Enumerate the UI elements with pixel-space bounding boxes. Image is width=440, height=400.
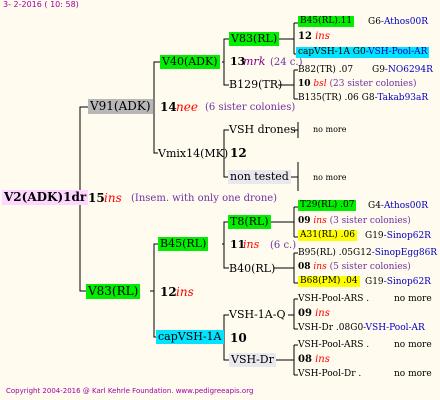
root-note: (Insem. with only one drone): [131, 193, 278, 204]
node-t29[interactable]: T29(RL) .07: [298, 200, 357, 212]
b45-top-num: .11: [337, 16, 353, 26]
node-vsh-dr[interactable]: VSH-Dr: [229, 353, 276, 367]
vmix-number: 12: [230, 146, 247, 160]
a31-dest-line: G19-Sinop62R: [365, 231, 431, 241]
node-a31[interactable]: A31(RL) .06: [298, 230, 357, 242]
node-v83[interactable]: V83(RL): [86, 284, 141, 299]
node-non-tested[interactable]: non tested: [228, 170, 291, 184]
pool-ars-1-more: no more: [394, 294, 432, 304]
node-b68[interactable]: B68(PM) .04: [298, 276, 360, 288]
pool-ars-2-more: no more: [394, 340, 432, 350]
node-b40[interactable]: B40(RL): [229, 262, 275, 275]
v91-ins: nee: [176, 100, 198, 114]
node-vmix14[interactable]: Vmix14(MK): [158, 147, 228, 160]
timestamp-header: 3- 2-2016 ( 10: 58): [3, 0, 79, 9]
b45-ins: ins: [243, 238, 260, 251]
vsh-drones-more: no more: [313, 125, 347, 134]
b45-top-dest-line: G6-Athos00R: [368, 17, 428, 27]
node-b129[interactable]: B129(TR): [229, 78, 282, 91]
r08b-row: 08 ins: [298, 354, 330, 365]
b82-dest-line: G9-NO6294R: [372, 65, 433, 75]
node-vsh-drones[interactable]: VSH drones: [229, 123, 296, 136]
r09a-row: 09 ins (3 sister colonies): [298, 216, 411, 226]
non-tested-more: no more: [313, 173, 347, 182]
b68-dest-line: G19-Sinop62R: [365, 277, 431, 287]
capvsh-number: 10: [230, 331, 247, 345]
pedigree-chart: { "header": "3- 2-2016 ( 10: 58)", "foot…: [0, 0, 440, 400]
node-capvsh-top[interactable]: capVSH-1A G0-VSH-Pool-AR: [296, 47, 430, 59]
node-v91[interactable]: V91(ADK): [88, 99, 153, 114]
node-b135[interactable]: B135(TR) .06 G8-Takab93aR: [298, 93, 428, 103]
node-v83-top[interactable]: V83(RL): [229, 32, 280, 46]
node-pool-ars-1[interactable]: VSH-Pool-ARS .: [298, 294, 369, 304]
top12-row: 12 ins: [298, 31, 330, 42]
b45-top-label: B45(RL): [300, 16, 338, 26]
v83-ins: ins: [176, 285, 194, 299]
v83-number: 12: [160, 285, 177, 299]
node-t8[interactable]: T8(RL): [228, 215, 271, 229]
v91-note: (6 sister colonies): [205, 102, 296, 113]
node-v40[interactable]: V40(ADK): [160, 55, 220, 69]
node-pool-ars-2[interactable]: VSH-Pool-ARS .: [298, 340, 369, 350]
node-capvsh[interactable]: capVSH-1A: [156, 330, 224, 344]
pool-dr-more: no more: [394, 369, 432, 379]
node-vsh1a-q[interactable]: VSH-1A-Q: [229, 308, 285, 321]
b45-note: (6 c.): [270, 240, 297, 251]
node-b82[interactable]: B82(TR) .07: [298, 65, 353, 75]
v91-number: 14: [160, 100, 177, 114]
copyright-footer: Copyright 2004-2016 @ Karl Kehrle Founda…: [6, 387, 254, 395]
node-b45[interactable]: B45(RL): [158, 237, 209, 251]
node-b45-top[interactable]: B45(RL).11: [298, 16, 355, 28]
top10-row: 10 bsl (23 sister colonies): [298, 79, 417, 89]
node-pool-dr[interactable]: VSH-Pool-Dr .: [298, 369, 361, 379]
root-node[interactable]: V2(ADK)1dr: [2, 190, 89, 205]
t29-dest-line: G4-Athos00R: [368, 201, 428, 211]
v40-ins: mrk: [243, 55, 266, 68]
r09b-row: 09 ins: [298, 308, 330, 319]
root-number: 15: [88, 191, 105, 205]
root-ins: ins: [104, 191, 122, 205]
node-vsh-dr-g0[interactable]: VSH-Dr .08G0-VSH-Pool-AR: [298, 323, 425, 333]
r08a-row: 08 ins (5 sister colonies): [298, 262, 411, 272]
node-b95[interactable]: B95(RL) .05G12-SinopEgg86R: [298, 248, 437, 258]
